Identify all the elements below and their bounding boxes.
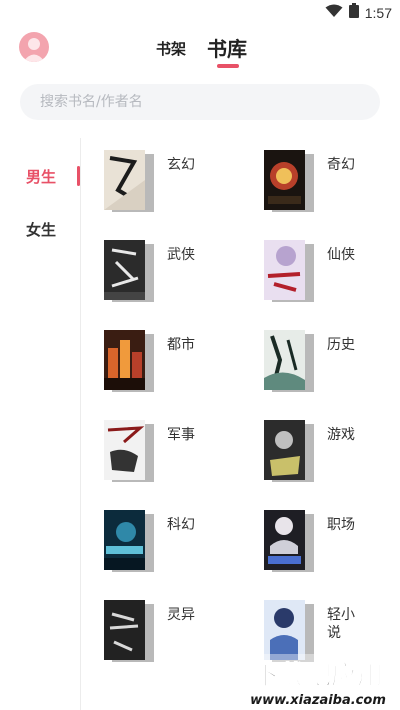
book-cover-image <box>104 240 145 300</box>
book-cover-image <box>264 330 305 390</box>
book-cover-image <box>104 510 145 570</box>
category-xianxia[interactable]: 仙侠 <box>264 240 394 304</box>
category-kehuan[interactable]: 科幻 <box>104 510 234 574</box>
category-label: 轻小说 <box>327 607 355 641</box>
category-dushi[interactable]: 都市 <box>104 330 234 394</box>
tab-active-indicator <box>217 64 239 68</box>
user-avatar-icon[interactable] <box>19 32 49 62</box>
book-cover-stack <box>104 510 154 572</box>
book-cover-image <box>264 600 305 660</box>
category-label: 武侠 <box>167 247 195 263</box>
book-cover-stack <box>264 600 314 662</box>
watermark-logo: 下载吧应用 www.xiazaiba.com <box>238 654 398 710</box>
tab-bookshelf[interactable]: 书架 <box>156 38 186 59</box>
category-qihuan[interactable]: 奇幻 <box>264 150 394 214</box>
book-cover-image <box>264 510 305 570</box>
category-junshi[interactable]: 军事 <box>104 420 234 484</box>
book-cover-stack <box>264 150 314 212</box>
svg-text:下载吧应用: 下载吧应用 <box>253 660 383 691</box>
book-cover-image <box>264 150 305 210</box>
nav-divider <box>80 138 81 710</box>
battery-icon <box>348 3 359 22</box>
category-label: 灵异 <box>167 607 195 623</box>
search-input[interactable] <box>40 84 340 120</box>
status-icons: 1:57 <box>325 3 392 22</box>
search-bar[interactable] <box>20 84 380 120</box>
status-bar: 1:57 <box>0 0 400 26</box>
category-label: 科幻 <box>167 517 195 533</box>
book-cover-stack <box>264 420 314 482</box>
category-label: 军事 <box>167 427 195 443</box>
category-label: 仙侠 <box>327 247 355 263</box>
gender-tab-female[interactable]: 女生 <box>26 219 56 240</box>
book-cover-stack <box>104 330 154 392</box>
category-label: 职场 <box>327 517 355 533</box>
category-lishi[interactable]: 历史 <box>264 330 394 394</box>
svg-text:www.xiazaiba.com: www.xiazaiba.com <box>250 693 386 708</box>
book-cover-stack <box>104 420 154 482</box>
tab-library[interactable]: 书库 <box>207 33 247 62</box>
book-cover-stack <box>104 600 154 662</box>
category-wuxia[interactable]: 武侠 <box>104 240 234 304</box>
category-youxi[interactable]: 游戏 <box>264 420 394 484</box>
book-cover-image <box>104 150 145 210</box>
category-label: 历史 <box>327 337 355 353</box>
wifi-icon <box>325 3 343 22</box>
book-cover-stack <box>264 240 314 302</box>
book-cover-stack <box>264 330 314 392</box>
book-cover-image <box>104 600 145 660</box>
book-cover-image <box>264 240 305 300</box>
status-time: 1:57 <box>364 4 392 21</box>
category-xuanhuan[interactable]: 玄幻 <box>104 150 234 214</box>
category-label: 奇幻 <box>327 157 355 173</box>
book-cover-stack <box>264 510 314 572</box>
category-label: 游戏 <box>327 427 355 443</box>
category-lingyi[interactable]: 灵异 <box>104 600 234 664</box>
book-cover-image <box>264 420 305 480</box>
gender-tab-male[interactable]: 男生 <box>26 166 56 187</box>
category-label: 都市 <box>167 337 195 353</box>
category-zhichang[interactable]: 职场 <box>264 510 394 574</box>
book-cover-stack <box>104 240 154 302</box>
book-cover-image <box>104 420 145 480</box>
book-cover-image <box>104 330 145 390</box>
category-label: 玄幻 <box>167 157 195 173</box>
book-cover-stack <box>104 150 154 212</box>
